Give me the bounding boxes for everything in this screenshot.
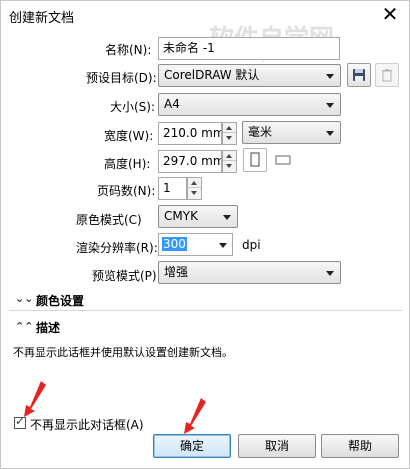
preset-select-value: CorelDRAW 默认 [164, 68, 260, 82]
preview-mode-label: 预览模式(P) [92, 269, 157, 283]
do-not-show-label[interactable]: 不再显示此对话框(A) [30, 416, 144, 433]
chevron-down-icon [326, 131, 334, 136]
resolution-unit: dpi [242, 238, 261, 252]
height-spinner[interactable] [222, 150, 237, 173]
width-label: 宽度(W): [104, 129, 154, 143]
delete-preset-icon [382, 69, 392, 82]
resolution-label: 渲染分辨率(R): [76, 241, 158, 255]
height-input[interactable]: 297.0 mm [158, 150, 222, 173]
spin-down-icon[interactable] [223, 133, 236, 143]
help-button[interactable]: 帮助 [321, 434, 399, 458]
size-label: 大小(S): [110, 100, 156, 114]
delete-preset-button[interactable] [375, 63, 399, 87]
do-not-show-checkbox[interactable] [14, 414, 26, 429]
name-input[interactable]: 未命名 -1 [158, 37, 340, 60]
portrait-orientation-button[interactable] [243, 148, 267, 172]
width-spinner[interactable] [222, 122, 237, 145]
save-preset-button[interactable] [347, 63, 371, 87]
spin-up-icon[interactable] [223, 151, 236, 161]
landscape-orientation-icon [275, 155, 291, 165]
color-mode-select[interactable]: CMYK [158, 205, 238, 228]
section-divider [9, 310, 402, 311]
color-mode-label: 原色模式(C) [76, 213, 142, 227]
pages-spinner[interactable] [187, 177, 202, 200]
spin-down-icon[interactable] [188, 188, 201, 198]
pages-input[interactable]: 1 [158, 177, 187, 200]
preview-mode-select-value: 增强 [164, 265, 189, 279]
chevron-down-icon [326, 271, 334, 276]
create-new-document-dialog: 创建新文档 ✕ 软件自学网 WWW.RJZXW.COM 名称(N): 未命名 -… [0, 0, 410, 469]
size-select[interactable]: A4 [158, 93, 341, 116]
description-text: 不再显示此话框并使用默认设置创建新文档。 [13, 346, 233, 359]
name-label: 名称(N): [105, 43, 152, 57]
resolution-input[interactable]: 300 [158, 233, 233, 256]
chevron-down-icon [326, 103, 334, 108]
width-input[interactable]: 210.0 mm [158, 122, 222, 145]
unit-select-value: 毫米 [248, 125, 273, 139]
chevron-down-icon [223, 215, 231, 220]
unit-select[interactable]: 毫米 [242, 121, 341, 144]
resolution-value: 300 [162, 237, 187, 251]
expand-color-settings-icon[interactable]: ⌄⌄ [15, 292, 33, 305]
size-select-value: A4 [164, 97, 180, 111]
spin-up-icon[interactable] [188, 178, 201, 188]
portrait-orientation-icon [250, 152, 260, 167]
annotation-arrow-checkbox [24, 381, 46, 417]
collapse-description-icon[interactable]: ⌃⌃ [15, 320, 33, 333]
annotation-arrow-ok [184, 398, 206, 434]
title-bar: 创建新文档 ✕ [1, 1, 409, 31]
cancel-button[interactable]: 取消 [238, 434, 316, 458]
preview-mode-select[interactable]: 增强 [158, 261, 341, 284]
description-header[interactable]: 描述 [36, 319, 60, 336]
preset-select[interactable]: CorelDRAW 默认 [158, 64, 341, 87]
color-settings-header[interactable]: 颜色设置 [36, 292, 84, 309]
save-preset-icon [353, 69, 365, 81]
spin-down-icon[interactable] [223, 161, 236, 171]
preset-label: 预设目标(D): [86, 71, 157, 85]
color-mode-select-value: CMYK [164, 209, 198, 223]
close-button[interactable]: ✕ [379, 4, 401, 26]
chevron-down-icon[interactable] [219, 243, 227, 248]
landscape-orientation-button[interactable] [271, 148, 295, 172]
chevron-down-icon [326, 74, 334, 79]
dialog-title: 创建新文档 [9, 11, 75, 26]
height-label: 高度(H): [104, 157, 151, 171]
ok-button[interactable]: 确定 [153, 434, 231, 458]
spin-up-icon[interactable] [223, 123, 236, 133]
pages-label: 页码数(N): [97, 184, 156, 198]
